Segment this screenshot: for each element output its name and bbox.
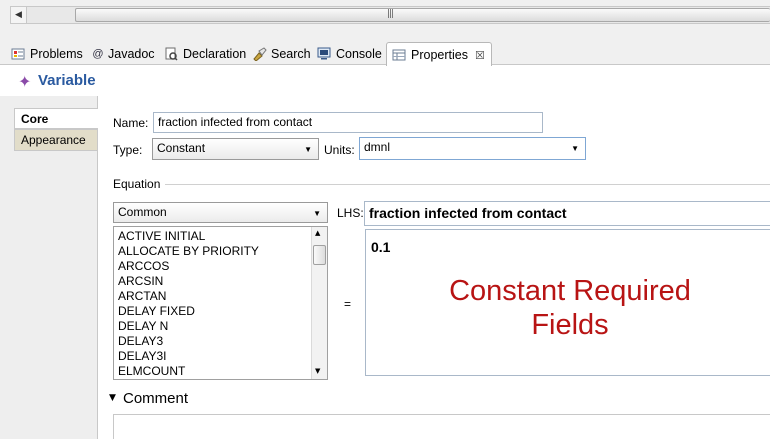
declaration-icon xyxy=(163,47,179,61)
scrollbar-thumb[interactable] xyxy=(313,245,326,265)
tab-label: Console xyxy=(336,46,382,61)
function-list[interactable]: ACTIVE INITIAL ALLOCATE BY PRIORITY ARCC… xyxy=(113,226,328,380)
equation-value: 0.1 xyxy=(371,239,391,255)
tab-properties[interactable]: Properties ☒ xyxy=(386,42,492,67)
comment-field[interactable] xyxy=(113,414,770,439)
side-tab-appearance[interactable]: Appearance xyxy=(14,129,98,151)
equals-sign: = xyxy=(344,297,352,311)
comment-section-label[interactable]: Comment xyxy=(123,390,188,407)
problems-icon xyxy=(10,47,26,61)
units-value: dmnl xyxy=(364,140,391,154)
horizontal-scrollbar[interactable]: ◀ ||| xyxy=(10,6,770,24)
tab-label: Search xyxy=(271,46,311,61)
list-item[interactable]: ARCTAN xyxy=(118,289,166,303)
tab-label: Declaration xyxy=(183,46,247,61)
scroll-up-arrow-icon[interactable]: ▲ xyxy=(315,229,320,237)
scroll-down-arrow-icon[interactable]: ▼ xyxy=(315,367,320,375)
view-header: ✦ Variable xyxy=(0,66,770,96)
page-title: Variable xyxy=(38,72,96,89)
chevron-down-icon: ▼ xyxy=(571,144,579,153)
annotation-line-1: Constant Required xyxy=(449,275,691,307)
close-icon[interactable]: ☒ xyxy=(475,49,485,62)
tab-javadoc[interactable]: @ Javadoc xyxy=(92,43,155,64)
view-tab-bar: Problems @ Javadoc Declaration Search Co… xyxy=(0,40,770,67)
function-category-value: Common xyxy=(118,205,167,219)
type-label: Type: xyxy=(113,143,143,157)
scroll-left-arrow-icon[interactable]: ◀ xyxy=(11,7,27,23)
tab-label: Properties xyxy=(411,48,468,62)
list-item[interactable]: ALLOCATE BY PRIORITY xyxy=(118,244,259,258)
tab-problems[interactable]: Problems xyxy=(10,43,83,64)
list-item[interactable]: DELAY FIXED xyxy=(118,304,195,318)
scrollbar-grip-icon: ||| xyxy=(387,9,394,19)
tab-search[interactable]: Search xyxy=(251,43,311,64)
name-label: Name: xyxy=(113,116,149,130)
annotation-text: Constant Required Fields xyxy=(365,274,770,342)
tab-declaration[interactable]: Declaration xyxy=(163,43,246,64)
lhs-label: LHS: xyxy=(337,206,364,220)
variable-icon: ✦ xyxy=(18,72,32,91)
list-item[interactable]: DELAY N xyxy=(118,319,168,333)
units-label: Units: xyxy=(324,143,355,157)
chevron-down-icon: ▼ xyxy=(313,209,321,218)
tab-console[interactable]: Console xyxy=(316,43,382,64)
list-item[interactable]: ACTIVE INITIAL xyxy=(118,229,205,243)
collapse-triangle-icon[interactable]: ▼ xyxy=(109,393,116,403)
equation-divider xyxy=(165,184,770,185)
chevron-down-icon: ▼ xyxy=(304,145,312,154)
at-sign-icon: @ xyxy=(92,47,104,60)
flashlight-icon xyxy=(251,46,267,61)
units-combo[interactable]: dmnl ▼ xyxy=(359,137,586,160)
editor-scroll-area: ◀ ||| xyxy=(0,0,770,40)
list-item[interactable]: ARCSIN xyxy=(118,274,163,288)
type-value: Constant xyxy=(157,141,206,155)
name-field[interactable]: fraction infected from contact xyxy=(153,112,543,133)
annotation-line-2: Fields xyxy=(531,309,609,341)
function-category-dropdown[interactable]: Common ▼ xyxy=(113,202,328,223)
lhs-field[interactable]: fraction infected from contact xyxy=(364,201,770,226)
list-item[interactable]: DELAY3I xyxy=(118,349,166,363)
list-item[interactable]: ARCCOS xyxy=(118,259,169,273)
properties-icon xyxy=(391,48,407,62)
vertical-scrollbar[interactable]: ▲ ▼ xyxy=(311,227,327,379)
tab-label: Problems xyxy=(30,46,83,61)
side-tab-core[interactable]: Core xyxy=(14,108,98,129)
console-icon xyxy=(316,47,332,61)
equation-group-label: Equation xyxy=(113,177,161,191)
type-dropdown[interactable]: Constant ▼ xyxy=(152,138,319,160)
list-item[interactable]: ELMCOUNT xyxy=(118,364,185,378)
scrollbar-thumb[interactable] xyxy=(75,8,770,22)
list-item[interactable]: DELAY3 xyxy=(118,334,163,348)
tab-label: Javadoc xyxy=(108,46,155,61)
